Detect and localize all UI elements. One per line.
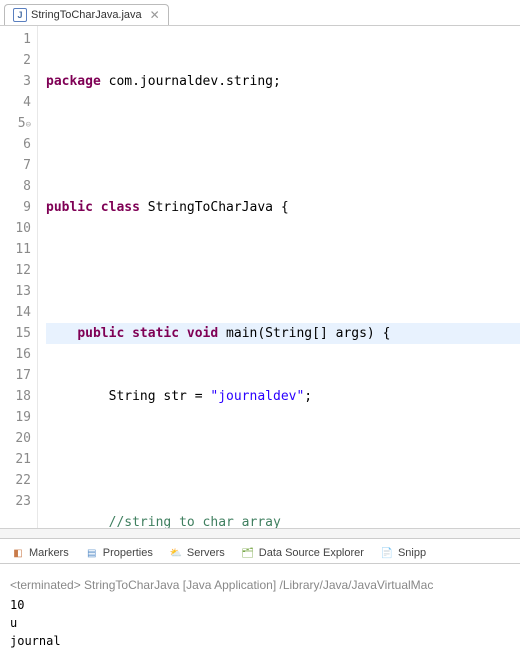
properties-icon: ▤ [85, 546, 99, 560]
line-number: 9 [0, 197, 31, 218]
line-number: 7 [0, 155, 31, 176]
servers-icon: ⛅ [169, 546, 183, 560]
file-tab[interactable]: J StringToCharJava.java ✕ [4, 4, 169, 25]
line-number: 10 [0, 218, 31, 239]
line-number: 12 [0, 260, 31, 281]
java-file-icon: J [13, 8, 27, 22]
tab-label: Markers [29, 547, 69, 559]
line-number: 13 [0, 281, 31, 302]
tab-snippets[interactable]: 📄 Snipp [373, 544, 433, 562]
line-number: 5⊖ [0, 113, 31, 134]
line-number: 19 [0, 407, 31, 428]
console-line: journal [10, 632, 510, 650]
line-number: 18 [0, 386, 31, 407]
code-editor[interactable]: 1 2 3 4 5⊖ 6 7 8 9 10 11 12 13 14 15 16 … [0, 26, 520, 528]
data-source-icon: 🗂 [241, 546, 255, 560]
panel-divider[interactable] [0, 528, 520, 538]
line-number: 17 [0, 365, 31, 386]
line-number: 21 [0, 449, 31, 470]
code-content[interactable]: package com.journaldev.string; public cl… [38, 26, 520, 528]
tab-filename: StringToCharJava.java [31, 9, 142, 21]
tab-markers[interactable]: ◧ Markers [4, 544, 76, 562]
snippets-icon: 📄 [380, 546, 394, 560]
line-number: 15 [0, 323, 31, 344]
line-gutter: 1 2 3 4 5⊖ 6 7 8 9 10 11 12 13 14 15 16 … [0, 26, 38, 528]
line-number: 16 [0, 344, 31, 365]
tab-label: Snipp [398, 547, 426, 559]
line-number: 6 [0, 134, 31, 155]
console-line: 10 [10, 596, 510, 614]
bottom-tabs: ◧ Markers ▤ Properties ⛅ Servers 🗂 Data … [0, 538, 520, 564]
console-line: u [10, 614, 510, 632]
line-number: 2 [0, 50, 31, 71]
console-view[interactable]: <terminated> StringToCharJava [Java Appl… [0, 564, 520, 656]
line-number: 22 [0, 470, 31, 491]
console-header: <terminated> StringToCharJava [Java Appl… [10, 570, 510, 596]
line-number: 14 [0, 302, 31, 323]
line-number: 1 [0, 29, 31, 50]
line-number: 11 [0, 239, 31, 260]
line-number: 8 [0, 176, 31, 197]
tab-servers[interactable]: ⛅ Servers [162, 544, 232, 562]
console-output: 10 u journal [10, 596, 510, 650]
editor-tabs: J StringToCharJava.java ✕ [0, 0, 520, 26]
tab-label: Properties [103, 547, 153, 559]
line-number: 23 [0, 491, 31, 512]
tab-label: Servers [187, 547, 225, 559]
line-number: 20 [0, 428, 31, 449]
tab-label: Data Source Explorer [259, 547, 364, 559]
line-number: 4 [0, 92, 31, 113]
tab-data-source-explorer[interactable]: 🗂 Data Source Explorer [234, 544, 371, 562]
close-icon[interactable]: ✕ [146, 8, 160, 22]
markers-icon: ◧ [11, 546, 25, 560]
line-number: 3 [0, 71, 31, 92]
tab-properties[interactable]: ▤ Properties [78, 544, 160, 562]
